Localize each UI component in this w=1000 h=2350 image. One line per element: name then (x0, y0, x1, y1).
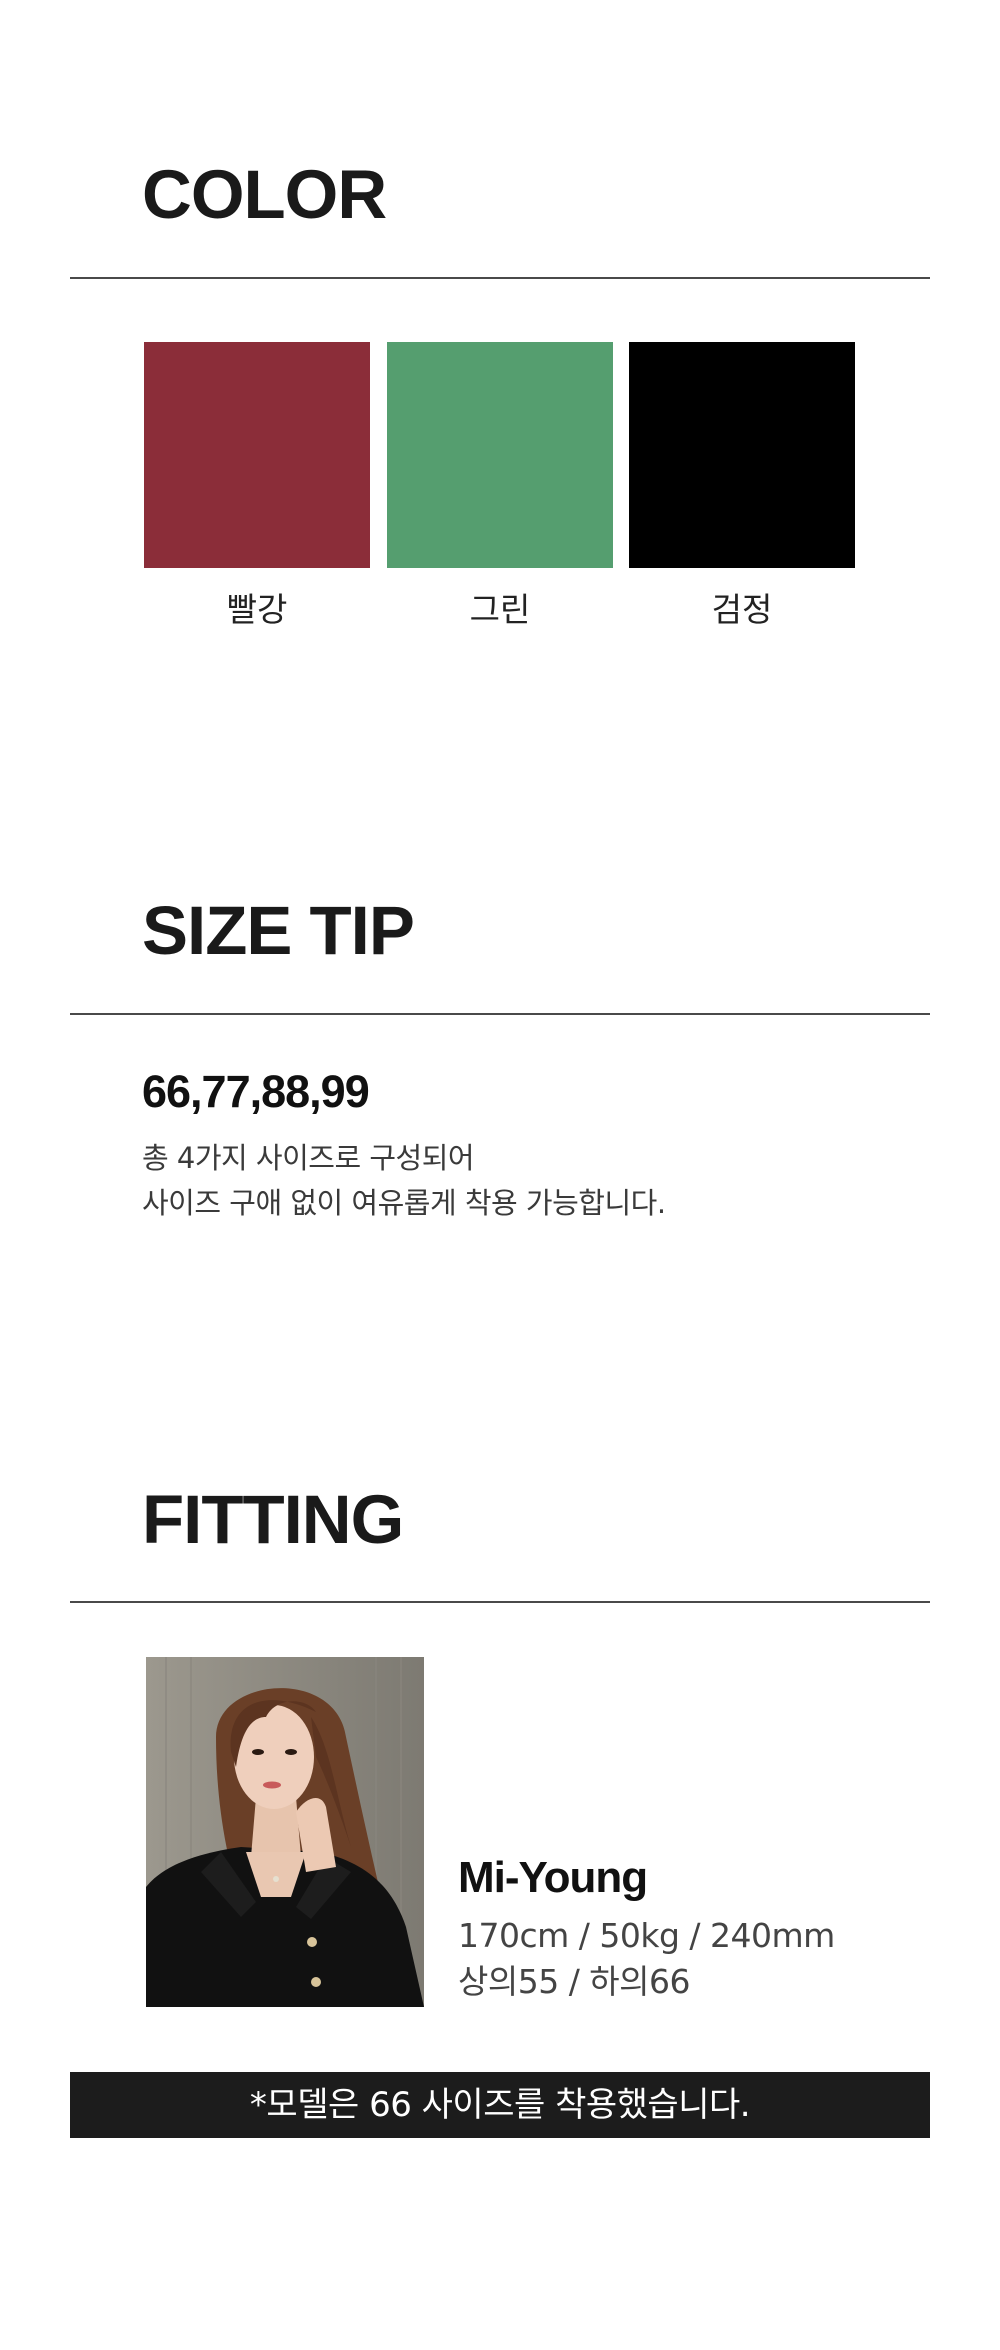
fitting-section-title: FITTING (142, 1481, 404, 1558)
available-sizes: 66,77,88,99 (142, 1066, 370, 1117)
model-measurements: 170cm / 50kg / 240mm (458, 1916, 835, 1955)
size-description-line-1: 총 4가지 사이즈로 구성되어 (142, 1141, 475, 1175)
size-description-line-2: 사이즈 구애 없이 여유롭게 착용 가능합니다. (142, 1186, 666, 1220)
color-label-black: 검정 (711, 590, 773, 629)
model-size-notice-bar: *모델은 66 사이즈를 착용했습니다. (70, 2072, 930, 2138)
color-swatch-red[interactable] (144, 342, 370, 568)
color-label-green: 그린 (469, 590, 531, 629)
size-tip-section-title: SIZE TIP (142, 892, 415, 969)
model-sizes: 상의55 / 하의66 (458, 1962, 691, 2001)
color-label-red: 빨강 (226, 590, 288, 629)
size-tip-divider (70, 1013, 930, 1015)
model-name: Mi-Young (458, 1853, 648, 1902)
color-section-title: COLOR (142, 156, 387, 233)
color-swatch-black[interactable] (629, 342, 855, 568)
fitting-divider (70, 1601, 930, 1603)
model-photo (146, 1657, 424, 2007)
color-swatch-green[interactable] (387, 342, 613, 568)
color-divider (70, 277, 930, 279)
